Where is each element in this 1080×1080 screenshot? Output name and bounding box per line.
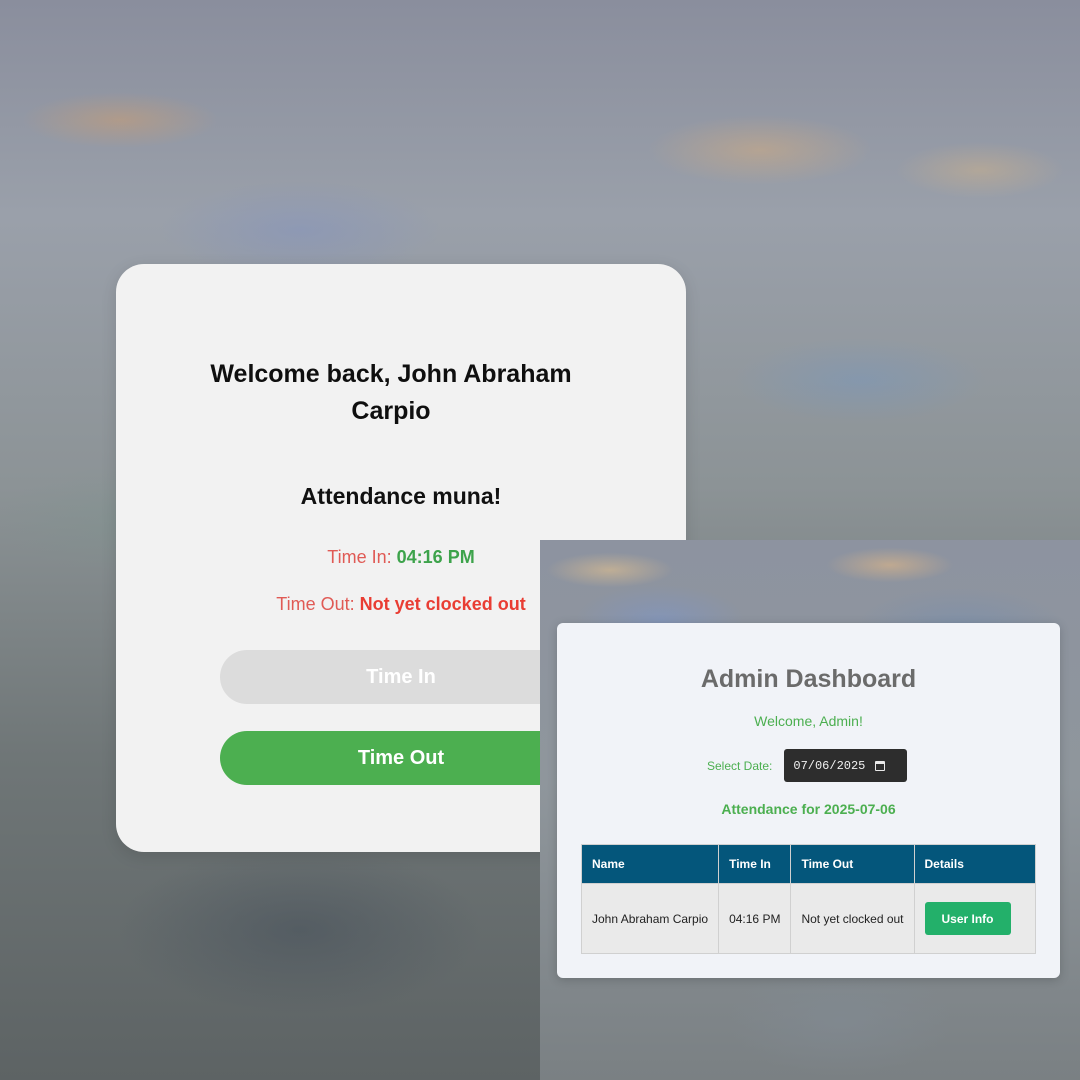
column-header-time-in: Time In [718, 844, 792, 884]
time-out-label: Time Out: [276, 594, 360, 614]
admin-dashboard-title: Admin Dashboard [700, 665, 917, 693]
time-in-label: Time In: [327, 547, 397, 567]
attendance-heading: Attendance for 2025-07-06 [721, 801, 896, 817]
table-row: John Abraham Carpio 04:16 PM Not yet clo… [580, 883, 1037, 954]
cell-time-in: 04:16 PM [718, 883, 792, 954]
time-in-button[interactable]: Time In [220, 650, 582, 704]
table-header-row: Name Time In Time Out Details [580, 844, 1037, 884]
column-header-details: Details [913, 844, 1037, 884]
date-input-value: 07/06/2025 [793, 758, 866, 773]
admin-welcome-text: Welcome, Admin! [754, 713, 863, 729]
time-out-value: Not yet clocked out [359, 594, 526, 614]
date-input[interactable]: 07/06/2025 [784, 749, 908, 782]
column-header-time-out: Time Out [790, 844, 915, 884]
admin-dashboard-card: Admin Dashboard Welcome, Admin! Select D… [557, 623, 1060, 978]
time-out-button[interactable]: Time Out [220, 731, 582, 785]
date-selector: Select Date: 07/06/2025 [707, 749, 908, 782]
select-date-label: Select Date: [707, 758, 773, 773]
attendance-table: Name Time In Time Out Details John Abrah… [580, 844, 1037, 954]
calendar-icon[interactable] [875, 760, 886, 771]
column-header-name: Name [580, 844, 720, 884]
admin-dashboard-screenshot: Admin Dashboard Welcome, Admin! Select D… [540, 540, 1080, 1080]
welcome-heading: Welcome back, John Abraham Carpio [210, 360, 572, 425]
time-in-value: 04:16 PM [396, 547, 475, 567]
cell-time-out: Not yet clocked out [790, 883, 915, 954]
cell-details: User Info [913, 883, 1037, 954]
user-info-button[interactable]: User Info [924, 902, 1011, 935]
attendance-subtitle: Attendance muna! [300, 483, 502, 509]
cell-name: John Abraham Carpio [580, 883, 720, 954]
